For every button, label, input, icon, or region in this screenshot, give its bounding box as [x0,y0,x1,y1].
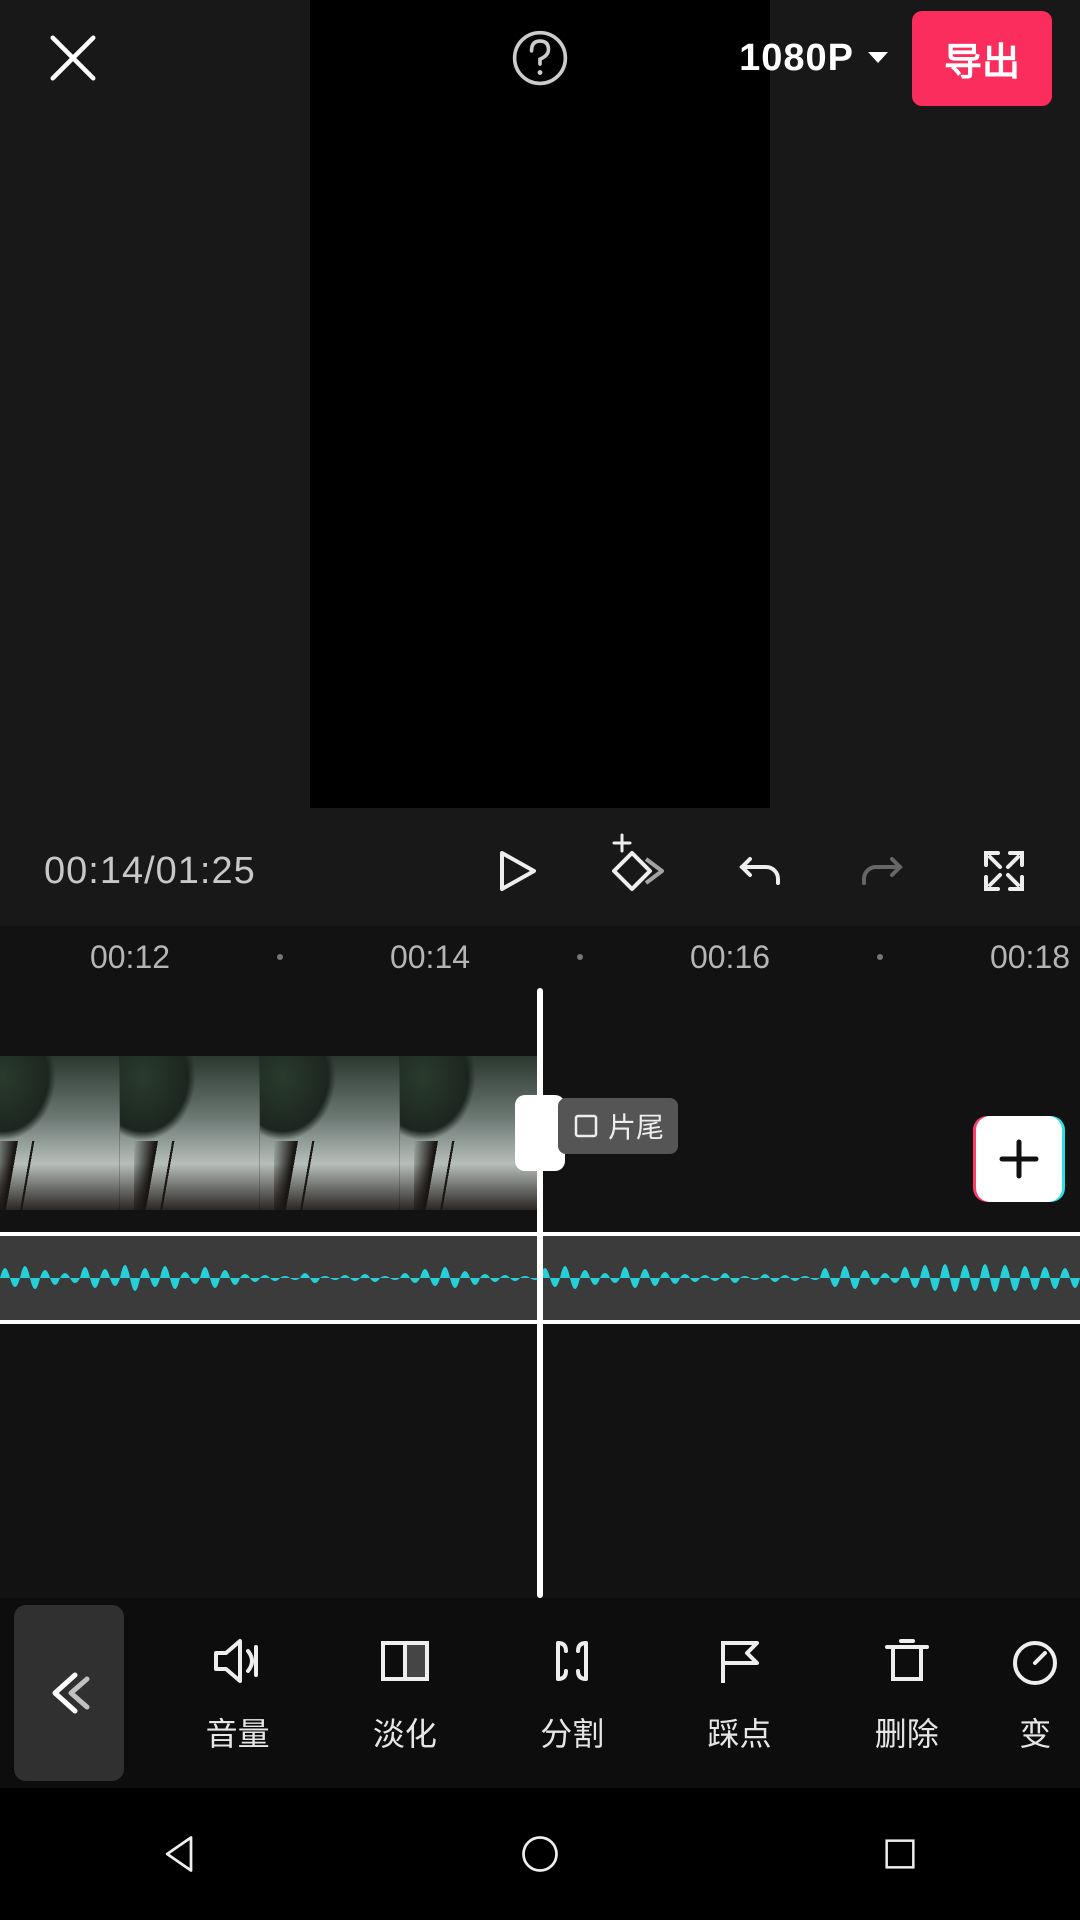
ruler-tick: 00:18 [990,939,1070,976]
playhead[interactable] [537,988,543,1598]
resolution-selector[interactable]: 1080P [739,37,890,80]
total-time: 01:25 [156,850,256,892]
redo-button[interactable] [850,839,914,903]
ruler-dot [277,954,283,960]
tool-label: 变 [1019,1709,1051,1755]
flag-icon [709,1631,769,1691]
ruler-dot [877,954,883,960]
tool-label: 淡化 [373,1709,437,1755]
timecode-display: 00:14/01:25 [44,850,426,893]
ending-label: 片尾 [608,1106,664,1146]
tool-label: 踩点 [707,1709,771,1755]
export-button[interactable]: 导出 [912,11,1052,106]
clip-thumbnail [260,1056,400,1210]
split-icon [542,1631,602,1691]
ending-icon [572,1112,600,1140]
ruler-tick: 00:12 [90,939,170,976]
clip-thumbnail [120,1056,260,1210]
undo-button[interactable] [728,839,792,903]
tool-label: 删除 [875,1709,939,1755]
trash-icon [877,1631,937,1691]
help-button[interactable] [511,29,569,87]
fullscreen-button[interactable] [972,839,1036,903]
video-preview[interactable] [310,0,770,808]
keyframe-add-button[interactable] [606,839,670,903]
timeline-area[interactable]: 片尾 [0,988,1080,1598]
ruler-tick: 00:14 [390,939,470,976]
add-clip-button[interactable] [976,1116,1062,1202]
video-clip[interactable] [0,1056,540,1210]
fade-icon [375,1631,435,1691]
android-back-button[interactable] [148,1822,212,1886]
tool-beat[interactable]: 踩点 [656,1631,823,1755]
tool-label: 音量 [206,1709,270,1755]
ruler-dot [577,954,583,960]
resolution-label: 1080P [739,37,854,80]
clip-thumbnail [0,1056,120,1210]
tool-fade[interactable]: 淡化 [321,1631,488,1755]
ending-tag[interactable]: 片尾 [558,1098,678,1154]
tool-split[interactable]: 分割 [489,1631,656,1755]
time-ruler[interactable]: 00:12 00:14 00:16 00:18 [0,926,1080,988]
speed-icon [1005,1631,1065,1691]
current-time: 00:14 [44,850,144,892]
volume-icon [208,1631,268,1691]
play-button[interactable] [484,839,548,903]
ruler-tick: 00:16 [690,939,770,976]
android-recent-button[interactable] [868,1822,932,1886]
tool-speed[interactable]: 变 [990,1631,1080,1755]
tool-volume[interactable]: 音量 [154,1631,321,1755]
collapse-tools-button[interactable] [14,1605,124,1781]
android-home-button[interactable] [508,1822,572,1886]
tool-delete[interactable]: 删除 [823,1631,990,1755]
close-button[interactable] [46,31,100,85]
chevron-down-icon [866,50,890,66]
tool-label: 分割 [540,1709,604,1755]
